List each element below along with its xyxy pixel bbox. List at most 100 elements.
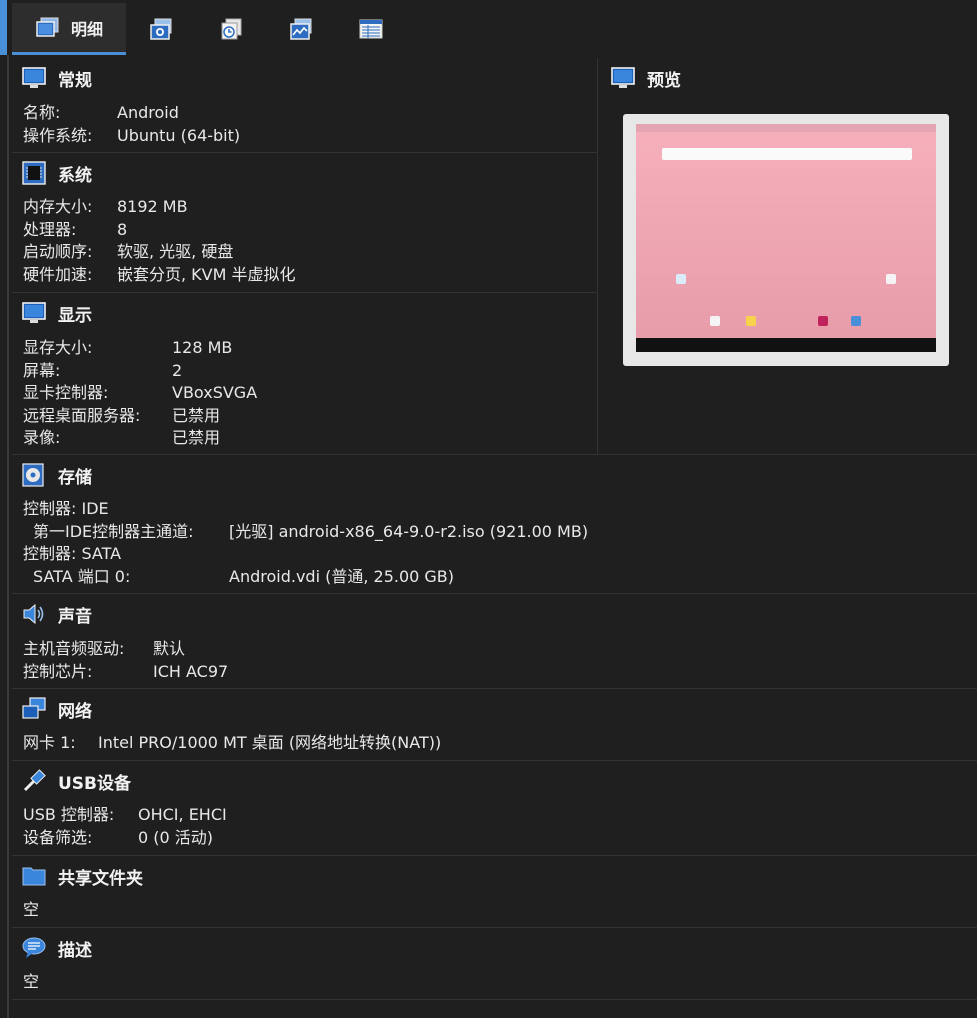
row-value: ICH AC97 [153,661,229,681]
row-key: 启动顺序: [23,242,93,261]
android-search-bar [662,148,912,160]
section-shared-folders: 共享文件夹 空 [12,856,977,928]
vm-preview-screen [636,124,936,352]
row-value: 软驱, 光驱, 硬盘 [117,242,234,261]
section-general-header[interactable]: 常规 [22,64,92,92]
chrome-app-icon [746,316,756,326]
network-icon [22,697,46,719]
speech-bubble-icon [22,937,46,958]
app-icon [886,274,896,284]
row-value: OHCI, EHCI [138,805,227,824]
row-key: 网卡 1: [23,733,76,752]
row-value: [光驱] android-x86_64-9.0-r2.iso (921.00 M… [229,521,589,541]
section-audio: 声音 主机音频驱动: 默认 控制芯片: ICH AC97 [12,594,977,689]
row-value: Intel PRO/1000 MT 桌面 (网络地址转换(NAT)) [98,733,442,752]
chip-icon [22,161,46,185]
tab-details[interactable]: 明细 [12,3,126,55]
section-description: 描述 空 [12,928,977,1000]
section-audio-title: 声音 [58,606,92,627]
section-shared-header[interactable]: 共享文件夹 [22,862,143,890]
row-key: 屏幕: [23,360,61,380]
android-nav-bar [636,338,936,352]
row-key: 显存大小: [23,338,93,357]
row-value: 2 [172,360,183,380]
row-value: 8 [117,219,128,239]
section-general-title: 常规 [58,70,92,91]
row-key: 控制器: IDE [23,499,109,518]
row-key: 名称: [23,103,61,122]
row-key: 硬件加速: [23,264,93,284]
row-value: 已禁用 [172,405,221,425]
row-key: 控制芯片: [23,661,93,681]
section-usb: USB设备 USB 控制器: OHCI, EHCI 设备筛选: 0 (0 活动) [12,761,977,856]
row-key: 主机音频驱动: [23,639,125,658]
section-preview-header[interactable]: 预览 [611,64,681,92]
section-storage-title: 存储 [58,467,92,488]
tab-snapshots[interactable] [146,3,176,55]
row-key: 远程桌面服务器: [23,405,141,425]
section-preview-title: 预览 [647,70,681,91]
app-icon [676,274,686,284]
vm-preview-frame [623,114,949,366]
section-network: 网络 网卡 1: Intel PRO/1000 MT 桌面 (网络地址转换(NAT… [12,689,977,761]
column-divider [597,58,598,454]
folder-icon [22,867,46,886]
table-list-icon [359,19,383,39]
section-storage: 存储 控制器: IDE 第一IDE控制器主通道: [光驱] android-x86… [12,455,977,594]
row-key: 控制器: SATA [23,544,122,563]
tab-logs[interactable] [216,3,246,55]
details-panel: 常规 名称: Android 操作系统: Ubuntu (64-bit) 系统 … [12,58,977,1018]
gmail-app-icon [710,316,720,326]
section-display-header[interactable]: 显示 [22,299,92,327]
preview-monitor-icon [611,67,635,88]
general-monitor-icon [22,67,46,88]
row-value: Android.vdi (普通, 25.00 GB) [229,566,455,586]
row-value: 默认 [153,639,186,658]
logs-clock-icon [221,18,242,40]
section-network-header[interactable]: 网络 [22,695,92,723]
section-display-title: 显示 [58,305,92,326]
row-value: VBoxSVGA [172,383,258,402]
section-storage-header[interactable]: 存储 [22,461,92,489]
section-general: 常规 名称: Android 操作系统: Ubuntu (64-bit) [12,58,597,153]
storage-disk-icon [22,463,44,487]
section-description-title: 描述 [58,940,92,961]
photos-app-icon [851,316,861,326]
row-value: 已禁用 [172,428,221,447]
row-key: 录像: [23,428,61,447]
section-system-header[interactable]: 系统 [22,159,92,187]
left-accent-bar [0,0,7,55]
row-value: Android [117,103,179,122]
row-value: 8192 MB [117,197,188,216]
row-key: 空 [23,900,40,919]
section-system: 系统 内存大小: 8192 MB 处理器: 8 启动顺序: 软驱, 光驱, 硬盘 硬件… [12,153,597,293]
left-border [7,55,9,1018]
section-system-title: 系统 [58,165,92,186]
section-description-header[interactable]: 描述 [22,934,92,962]
row-key: 处理器: [23,219,77,239]
usb-icon [23,769,46,792]
speaker-icon [23,603,44,625]
row-key: 第一IDE控制器主通道: [33,521,194,541]
tab-details-label: 明细 [70,19,103,39]
row-value: 0 (0 活动) [138,827,214,847]
details-monitor-icon [36,17,59,37]
section-usb-header[interactable]: USB设备 [22,767,131,795]
app-icon [818,316,828,326]
row-key: 显卡控制器: [23,383,109,402]
tab-activity[interactable] [286,3,316,55]
section-usb-title: USB设备 [58,773,132,794]
display-monitor-icon [22,302,46,323]
row-value: 128 MB [172,338,233,357]
section-shared-title: 共享文件夹 [58,868,143,889]
row-value: 嵌套分页, KVM 半虚拟化 [117,264,296,284]
snapshot-camera-icon [150,18,172,40]
android-status-bar [636,124,936,132]
activity-chart-icon [290,18,312,40]
section-audio-header[interactable]: 声音 [22,600,92,628]
row-value: Ubuntu (64-bit) [117,125,241,145]
row-key: 设备筛选: [23,827,93,847]
row-key: 内存大小: [23,197,93,216]
section-network-title: 网络 [58,701,92,722]
tab-properties[interactable] [356,3,386,55]
